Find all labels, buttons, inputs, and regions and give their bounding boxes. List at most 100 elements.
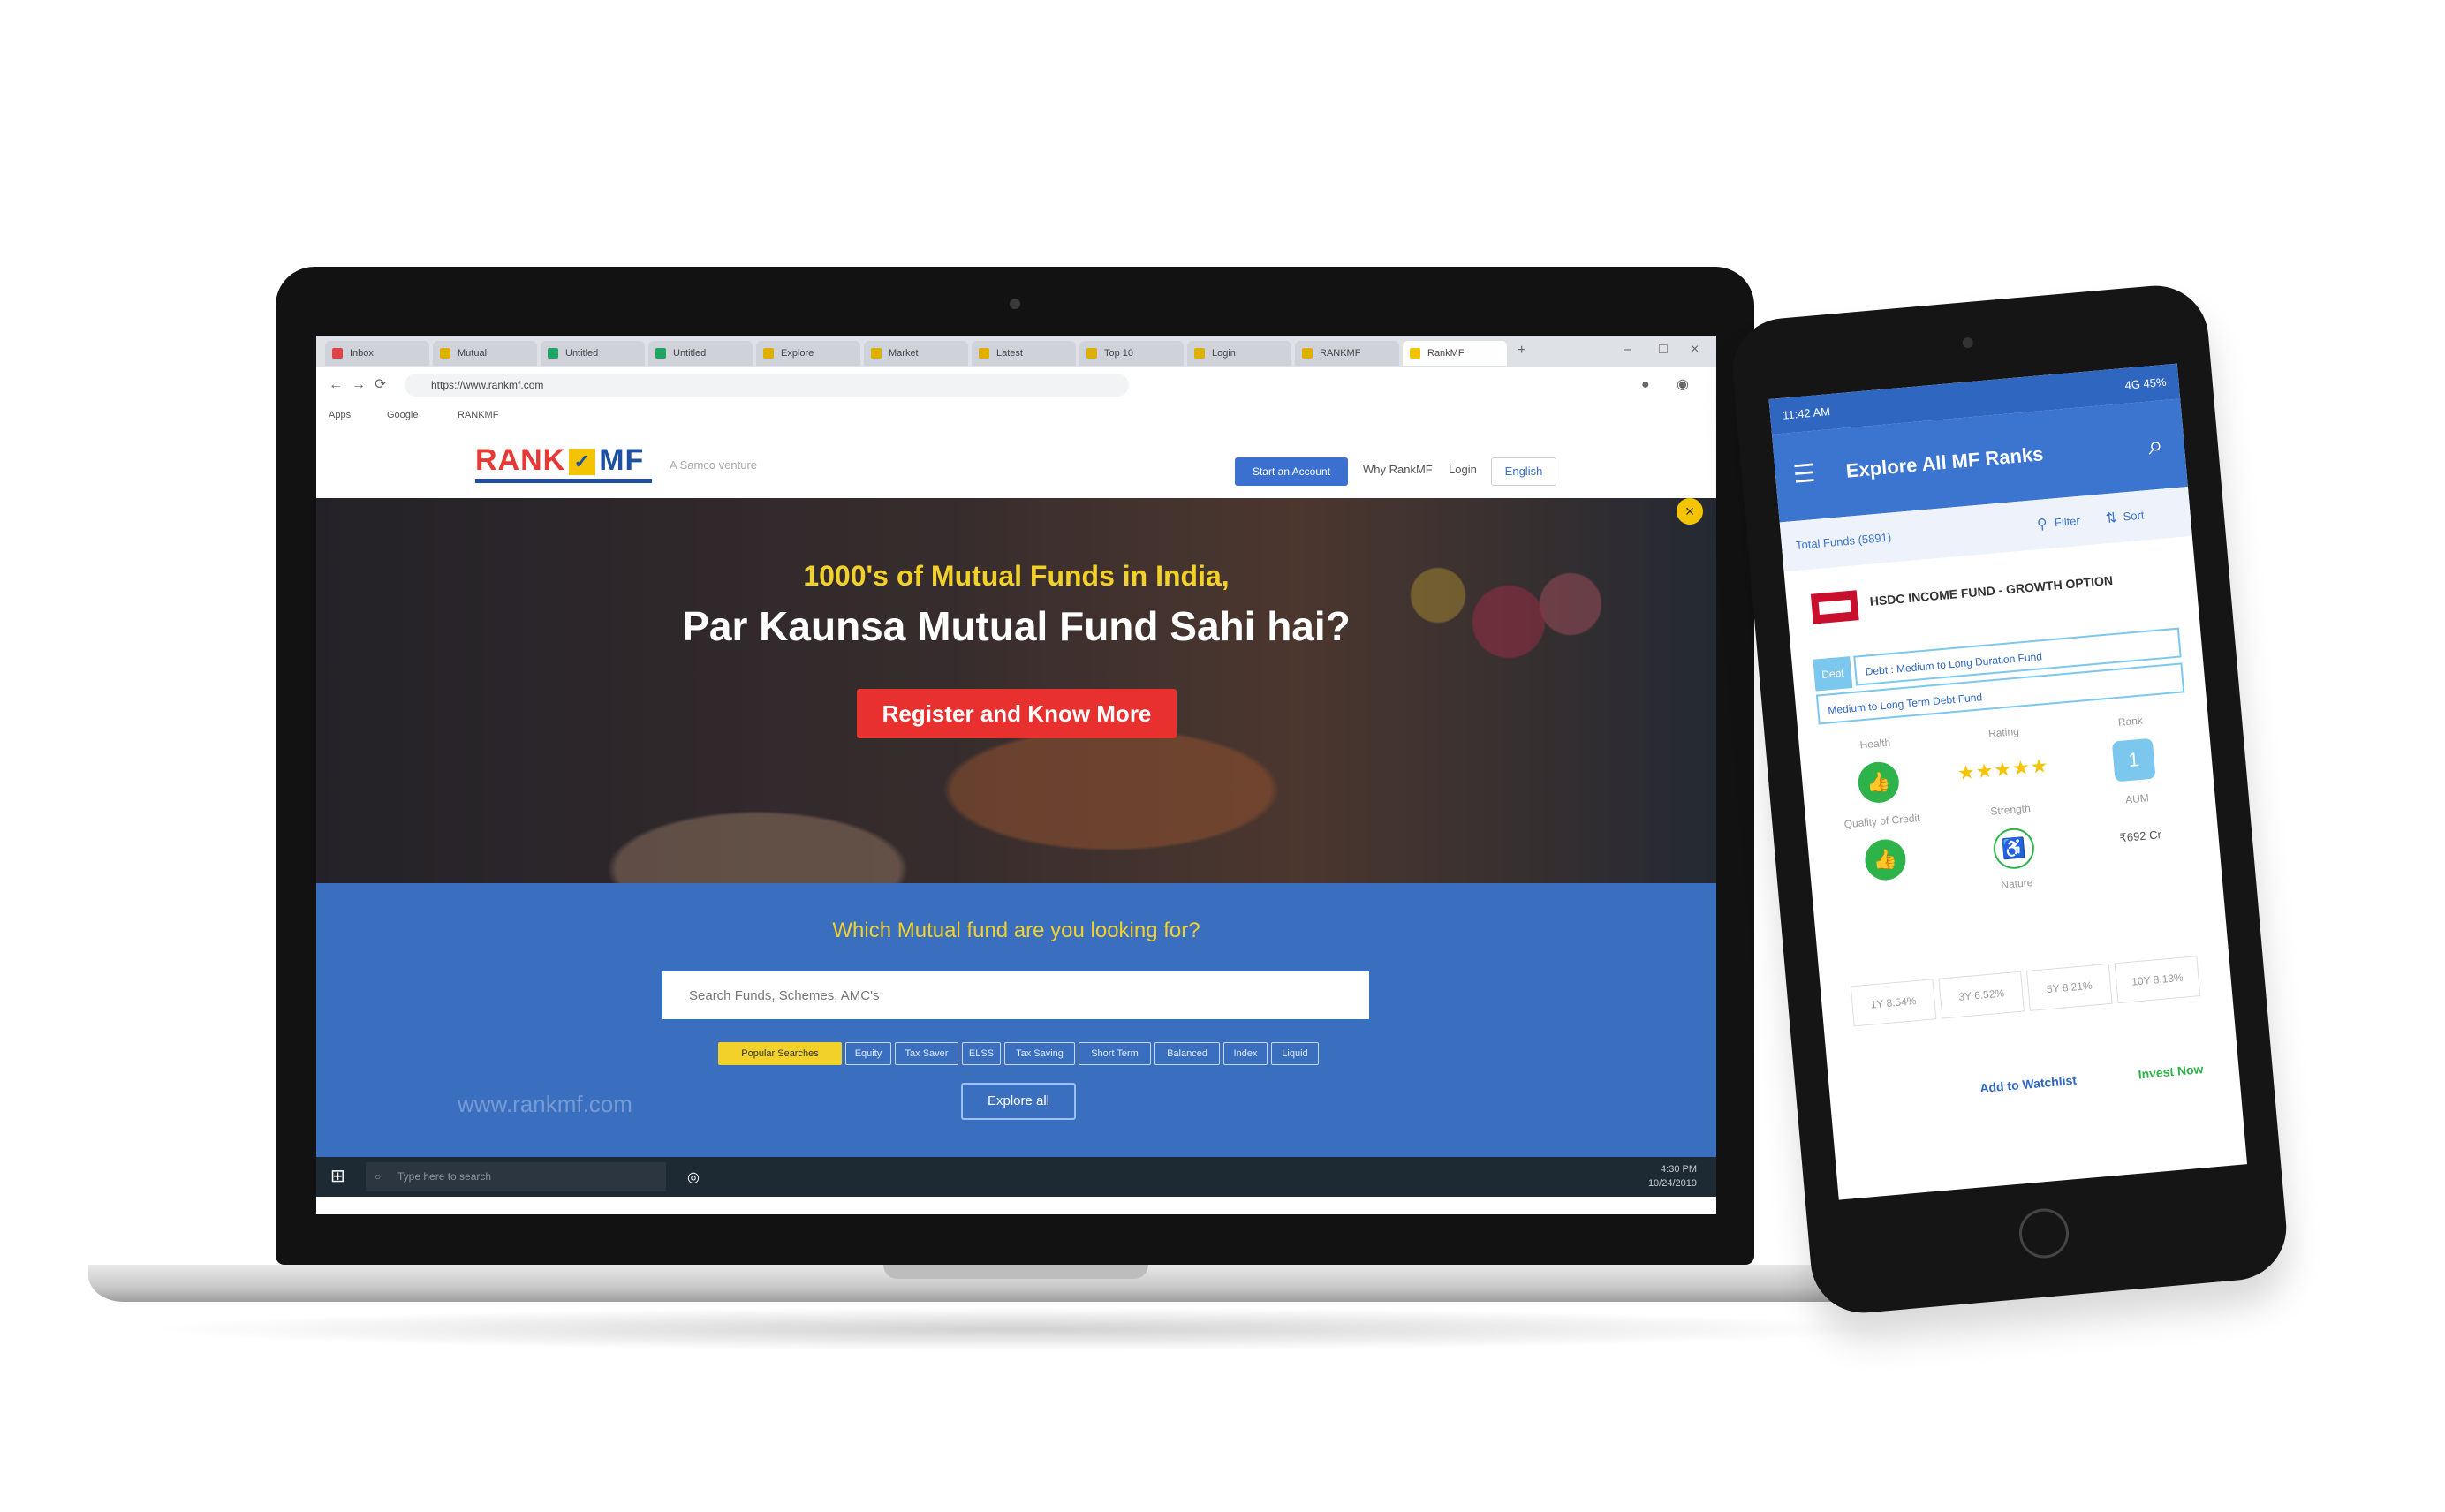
tablet-device: 11:42 AM 4G 45% ☰ Explore All MF Ranks ⌕… [1728, 281, 2291, 1318]
tab-label: Untitled [565, 348, 599, 359]
tab-label: Mutual [458, 348, 488, 359]
browser-tab[interactable]: Login [1187, 341, 1291, 366]
tablet-home-button[interactable] [2017, 1206, 2071, 1260]
language-select[interactable]: English [1491, 457, 1556, 486]
chip-elss[interactable]: ELSS [962, 1042, 1001, 1065]
rankmf-watermark: www.rankmf.com [458, 1091, 632, 1117]
laptop-shadow [141, 1307, 1890, 1351]
extension-icon[interactable]: ● [1641, 376, 1650, 394]
browser-tab[interactable]: RANKMF [1295, 341, 1399, 366]
thumbs-up-icon: 👍 [1863, 837, 1908, 882]
page-icon [1194, 348, 1205, 359]
bookmark-google[interactable]: Google [387, 408, 418, 422]
fund-search-section: Which Mutual fund are you looking for? P… [316, 883, 1716, 1157]
add-to-watchlist-button[interactable]: Add to Watchlist [1979, 1073, 2078, 1096]
rank-badge: 1 [2111, 737, 2156, 782]
logo-badge-icon: ✓ [569, 449, 596, 476]
page-icon [763, 348, 774, 359]
nature-label: Nature [2000, 876, 2033, 892]
browser-tab[interactable]: Inbox [325, 341, 429, 366]
reload-icon[interactable]: ⟳ [375, 376, 386, 394]
url-text: https://www.rankmf.com [431, 379, 544, 391]
browser-tab[interactable]: Top 10 [1079, 341, 1184, 366]
chip-index[interactable]: Index [1223, 1042, 1268, 1065]
page-icon [871, 348, 882, 359]
browser-tab[interactable]: Market [864, 341, 968, 366]
tab-label: Top 10 [1104, 348, 1134, 359]
browser-tab[interactable]: Untitled [648, 341, 753, 366]
thumbs-up-icon: 👍 [1856, 760, 1901, 805]
return-3y: 3Y 6.52% [1938, 971, 2025, 1019]
strength-icon: ♿ [1991, 826, 2036, 871]
aum-value: ₹692 Cr [2118, 828, 2162, 845]
close-icon[interactable]: × [1677, 498, 1703, 525]
forward-icon[interactable]: → [352, 376, 366, 394]
taskbar-search-box[interactable]: ○ Type here to search [366, 1162, 666, 1191]
browser-tab[interactable]: Untitled [541, 341, 645, 366]
invest-now-button[interactable]: Invest Now [2138, 1062, 2204, 1081]
browser-tabbar: Inbox Mutual Untitled Untitled Explore M… [316, 336, 1716, 367]
fund-card[interactable]: HSDC INCOME FUND - GROWTH OPTION Debt De… [1798, 549, 2222, 1058]
back-icon[interactable]: ← [329, 376, 343, 394]
taskbar-clock[interactable]: 4:30 PM 10/24/2019 [1648, 1162, 1697, 1191]
filter-icon: ⚲ [2036, 517, 2048, 533]
chip-short-term[interactable]: Short Term [1079, 1042, 1151, 1065]
new-tab-icon[interactable]: + [1518, 342, 1525, 359]
bookmark-apps[interactable]: Apps [329, 408, 351, 422]
bookmarks-bar: Apps Google RANKMF [316, 403, 1716, 427]
fund-category-tag: Debt [1813, 656, 1853, 692]
site-header: RANK ✓ MF A Samco venture Start an Account… [316, 427, 1716, 499]
rating-stars: ★★★★★ [1957, 754, 2050, 784]
bookmark-rankmf[interactable]: RANKMF [458, 408, 498, 422]
total-funds-count: Total Funds (5891) [1795, 530, 1892, 552]
sort-button[interactable]: Sort [2123, 509, 2145, 524]
hero-headline: 1000's of Mutual Funds in India, [803, 560, 1230, 592]
cortana-icon[interactable]: ◎ [687, 1169, 700, 1187]
chip-balanced[interactable]: Balanced [1154, 1042, 1220, 1065]
sheets-icon [655, 348, 666, 359]
hamburger-menu-icon[interactable]: ☰ [1792, 459, 1817, 488]
tablet-screen: 11:42 AM 4G 45% ☰ Explore All MF Ranks ⌕… [1768, 363, 2248, 1200]
page-icon [979, 348, 989, 359]
chip-liquid[interactable]: Liquid [1271, 1042, 1319, 1065]
browser-tab-active[interactable]: RankMF [1403, 341, 1507, 366]
taskbar-search-placeholder: Type here to search [397, 1170, 492, 1183]
return-5y: 5Y 8.21% [2025, 963, 2113, 1011]
status-time: 11:42 AM [1782, 404, 1831, 422]
hdfc-bank-logo [1810, 590, 1859, 624]
fund-search-input[interactable] [662, 971, 1369, 1019]
tab-label: Untitled [673, 348, 707, 359]
page-icon [1302, 348, 1313, 359]
minimize-icon[interactable]: – [1624, 341, 1631, 359]
sort-icon: ⇅ [2105, 510, 2118, 527]
maximize-icon[interactable]: □ [1659, 341, 1668, 359]
filter-button[interactable]: Filter [2054, 514, 2080, 529]
tab-label: Market [889, 348, 919, 359]
browser-tab[interactable]: Mutual [433, 341, 537, 366]
rankmf-logo[interactable]: RANK ✓ MF [475, 443, 644, 478]
fund-name: HSDC INCOME FUND - GROWTH OPTION [1869, 572, 2114, 609]
tab-label: RankMF [1427, 348, 1465, 359]
health-label: Health [1859, 736, 1891, 752]
login-link[interactable]: Login [1449, 463, 1477, 476]
chip-tax-saver[interactable]: Tax Saver [895, 1042, 958, 1065]
profile-icon[interactable]: ◉ [1677, 376, 1689, 394]
strength-label: Strength [1989, 802, 2032, 818]
gmail-icon [332, 348, 343, 359]
browser-tab[interactable]: Explore [756, 341, 860, 366]
start-account-button[interactable]: Start an Account [1235, 457, 1348, 486]
windows-taskbar: ⊞ ○ Type here to search ◎ 4:30 PM 10/24/… [316, 1157, 1716, 1197]
windows-start-icon[interactable]: ⊞ [330, 1168, 345, 1185]
register-button[interactable]: Register and Know More [857, 689, 1177, 738]
close-window-icon[interactable]: × [1691, 341, 1699, 359]
why-rankmf-link[interactable]: Why RankMF [1363, 463, 1433, 476]
search-icon[interactable]: ⌕ [2147, 430, 2165, 460]
url-input[interactable]: https://www.rankmf.com [405, 374, 1129, 397]
chip-tax-saving[interactable]: Tax Saving [1004, 1042, 1075, 1065]
chip-equity[interactable]: Equity [845, 1042, 891, 1065]
chip-popular-searches: Popular Searches [718, 1042, 842, 1065]
tab-label: Inbox [350, 348, 374, 359]
tab-label: Latest [996, 348, 1023, 359]
explore-all-button[interactable]: Explore all [961, 1083, 1076, 1120]
browser-tab[interactable]: Latest [972, 341, 1076, 366]
